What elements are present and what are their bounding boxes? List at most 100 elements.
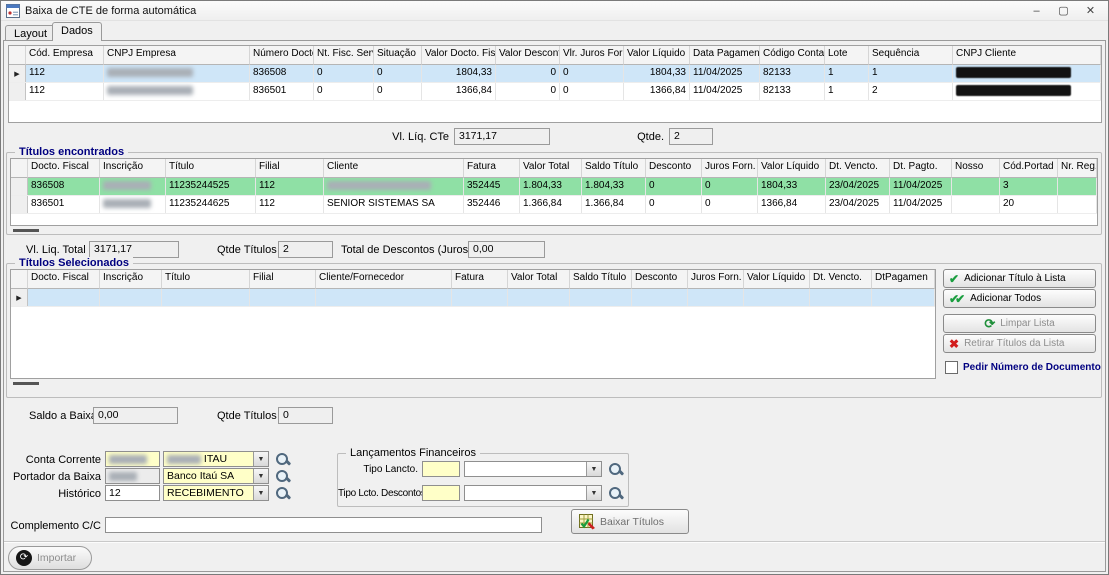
grid-cell: 112 bbox=[26, 65, 104, 82]
tipo-lancto-code-field[interactable] bbox=[422, 461, 460, 477]
dropdown-arrow-icon[interactable]: ▼ bbox=[253, 469, 268, 483]
column-header[interactable]: Valor Líquido bbox=[624, 46, 690, 65]
column-header[interactable]: Situação bbox=[374, 46, 422, 65]
column-header[interactable]: Nt. Fisc. Serv. bbox=[314, 46, 374, 65]
grid-cell: 82133 bbox=[760, 83, 825, 100]
limpar-lista-button[interactable]: ⟳ Limpar Lista bbox=[943, 314, 1096, 333]
column-header[interactable]: Número Docto. bbox=[250, 46, 314, 65]
combo-value bbox=[465, 462, 586, 476]
column-header[interactable]: CNPJ Cliente bbox=[953, 46, 1101, 65]
search-icon[interactable] bbox=[608, 462, 623, 477]
adicionar-todos-button[interactable]: ✔ ✔ Adicionar Todos bbox=[943, 289, 1096, 308]
historico-combo[interactable]: RECEBIMENTO ▼ bbox=[163, 485, 269, 501]
column-header[interactable]: Cód.Portad bbox=[1000, 159, 1058, 178]
column-header[interactable]: Filial bbox=[256, 159, 324, 178]
search-icon[interactable] bbox=[275, 452, 290, 467]
column-header[interactable]: Inscrição bbox=[100, 270, 162, 289]
column-header[interactable]: Cliente/Fornecedor bbox=[316, 270, 452, 289]
column-header[interactable]: Desconto bbox=[632, 270, 688, 289]
column-header[interactable]: Vlr. Juros Forn. bbox=[560, 46, 624, 65]
column-header[interactable]: Cliente bbox=[324, 159, 464, 178]
close-icon[interactable]: ✕ bbox=[1077, 2, 1104, 19]
grid-cell: SENIOR SISTEMAS SA bbox=[324, 196, 464, 213]
column-header[interactable]: Dt. Vencto. bbox=[810, 270, 872, 289]
column-header[interactable]: Docto. Fiscal bbox=[28, 159, 100, 178]
tab-layout[interactable]: Layout bbox=[5, 25, 56, 41]
column-header[interactable]: Juros Forn. bbox=[688, 270, 744, 289]
column-header[interactable]: Lote bbox=[825, 46, 869, 65]
horizontal-scrollbar[interactable] bbox=[13, 382, 39, 385]
column-header[interactable]: Dt. Pagto. bbox=[890, 159, 952, 178]
conta-corrente-combo[interactable]: ITAU ▼ bbox=[163, 451, 269, 467]
column-header[interactable]: Dt. Vencto. bbox=[826, 159, 890, 178]
column-header[interactable]: Valor Desconto bbox=[496, 46, 560, 65]
conta-corrente-code-field[interactable] bbox=[105, 451, 160, 467]
grid-cell: 0 bbox=[560, 83, 624, 100]
redacted-value bbox=[109, 472, 137, 481]
tipo-lancto-combo[interactable]: ▼ bbox=[464, 461, 602, 477]
column-header[interactable]: CNPJ Empresa bbox=[104, 46, 250, 65]
tipo-lcto-descontos-code-field[interactable] bbox=[422, 485, 460, 501]
column-header[interactable]: Valor Líquido bbox=[758, 159, 826, 178]
grid-cell bbox=[953, 65, 1101, 82]
dropdown-arrow-icon[interactable]: ▼ bbox=[586, 462, 601, 476]
column-header[interactable]: Valor Docto. Fiscal bbox=[422, 46, 496, 65]
row-indicator-icon: ▶ bbox=[11, 289, 28, 306]
redacted-value bbox=[107, 68, 193, 77]
portador-combo[interactable]: Banco Itaú SA ▼ bbox=[163, 468, 269, 484]
column-header[interactable]: Título bbox=[162, 270, 250, 289]
complemento-input[interactable] bbox=[105, 517, 542, 533]
importar-button[interactable]: ⟳ Importar bbox=[8, 546, 92, 570]
table-row-empty-selected[interactable]: ▶ bbox=[11, 289, 935, 307]
retirar-titulos-button[interactable]: ✖ Retirar Títulos da Lista bbox=[943, 334, 1096, 353]
table-row[interactable]: 836508 11235244525 112 352445 1.804,33 1… bbox=[11, 178, 1097, 196]
column-header[interactable]: Saldo Título bbox=[582, 159, 646, 178]
column-header[interactable]: Valor Total bbox=[508, 270, 570, 289]
search-icon[interactable] bbox=[608, 486, 623, 501]
column-header[interactable]: Código Conta bbox=[760, 46, 825, 65]
column-header[interactable]: DtPagamen bbox=[872, 270, 935, 289]
button-label: Baixar Títulos bbox=[600, 516, 664, 528]
table-row[interactable]: 836501 11235244625 112 SENIOR SISTEMAS S… bbox=[11, 196, 1097, 214]
import-refresh-icon: ⟳ bbox=[16, 550, 32, 566]
grid-cell: 112 bbox=[256, 178, 324, 195]
column-header[interactable]: Sequência bbox=[869, 46, 953, 65]
refresh-icon: ⟳ bbox=[984, 318, 995, 329]
minimize-icon[interactable]: – bbox=[1023, 2, 1050, 19]
vl-liq-total-label: Vl. Liq. Total bbox=[26, 244, 86, 256]
column-header[interactable]: Saldo Título bbox=[570, 270, 632, 289]
column-header[interactable]: Fatura bbox=[464, 159, 520, 178]
app-icon bbox=[6, 4, 20, 18]
table-row[interactable]: 112 836501 0 0 1366,84 0 0 1366,84 11/04… bbox=[9, 83, 1101, 101]
dropdown-arrow-icon[interactable]: ▼ bbox=[586, 486, 601, 500]
column-header[interactable]: Desconto bbox=[646, 159, 702, 178]
column-header[interactable]: Fatura bbox=[452, 270, 508, 289]
maximize-icon[interactable]: ▢ bbox=[1050, 2, 1077, 19]
column-header[interactable]: Juros Forn. bbox=[702, 159, 758, 178]
column-header[interactable]: Docto. Fiscal bbox=[28, 270, 100, 289]
pedir-numero-checkbox[interactable] bbox=[945, 361, 958, 374]
search-icon[interactable] bbox=[275, 486, 290, 501]
column-header[interactable]: Nr. Reg. bbox=[1058, 159, 1097, 178]
tipo-lcto-descontos-combo[interactable]: ▼ bbox=[464, 485, 602, 501]
dropdown-arrow-icon[interactable]: ▼ bbox=[253, 452, 268, 466]
column-header[interactable]: Valor Líquido bbox=[744, 270, 810, 289]
tab-dados[interactable]: Dados bbox=[52, 22, 102, 41]
redacted-value bbox=[167, 455, 201, 464]
column-header[interactable]: Filial bbox=[250, 270, 316, 289]
column-header[interactable]: Inscrição bbox=[100, 159, 166, 178]
column-header[interactable]: Título bbox=[166, 159, 256, 178]
adicionar-titulo-button[interactable]: ✔ Adicionar Título à Lista bbox=[943, 269, 1096, 288]
column-header[interactable]: Valor Total bbox=[520, 159, 582, 178]
table-row[interactable]: ▶ 112 836508 0 0 1804,33 0 0 1804,33 11/… bbox=[9, 65, 1101, 83]
portador-da-baixa-label: Portador da Baixa bbox=[9, 471, 101, 483]
horizontal-scrollbar[interactable] bbox=[13, 229, 39, 232]
column-header[interactable]: Data Pagamento bbox=[690, 46, 760, 65]
column-header[interactable]: Cód. Empresa bbox=[26, 46, 104, 65]
historico-code-field[interactable]: 12 bbox=[105, 485, 160, 501]
dropdown-arrow-icon[interactable]: ▼ bbox=[253, 486, 268, 500]
column-header[interactable]: Nosso bbox=[952, 159, 1000, 178]
search-icon[interactable] bbox=[275, 469, 290, 484]
portador-code-field[interactable] bbox=[105, 468, 160, 484]
baixar-titulos-button[interactable]: Baixar Títulos bbox=[571, 509, 689, 534]
